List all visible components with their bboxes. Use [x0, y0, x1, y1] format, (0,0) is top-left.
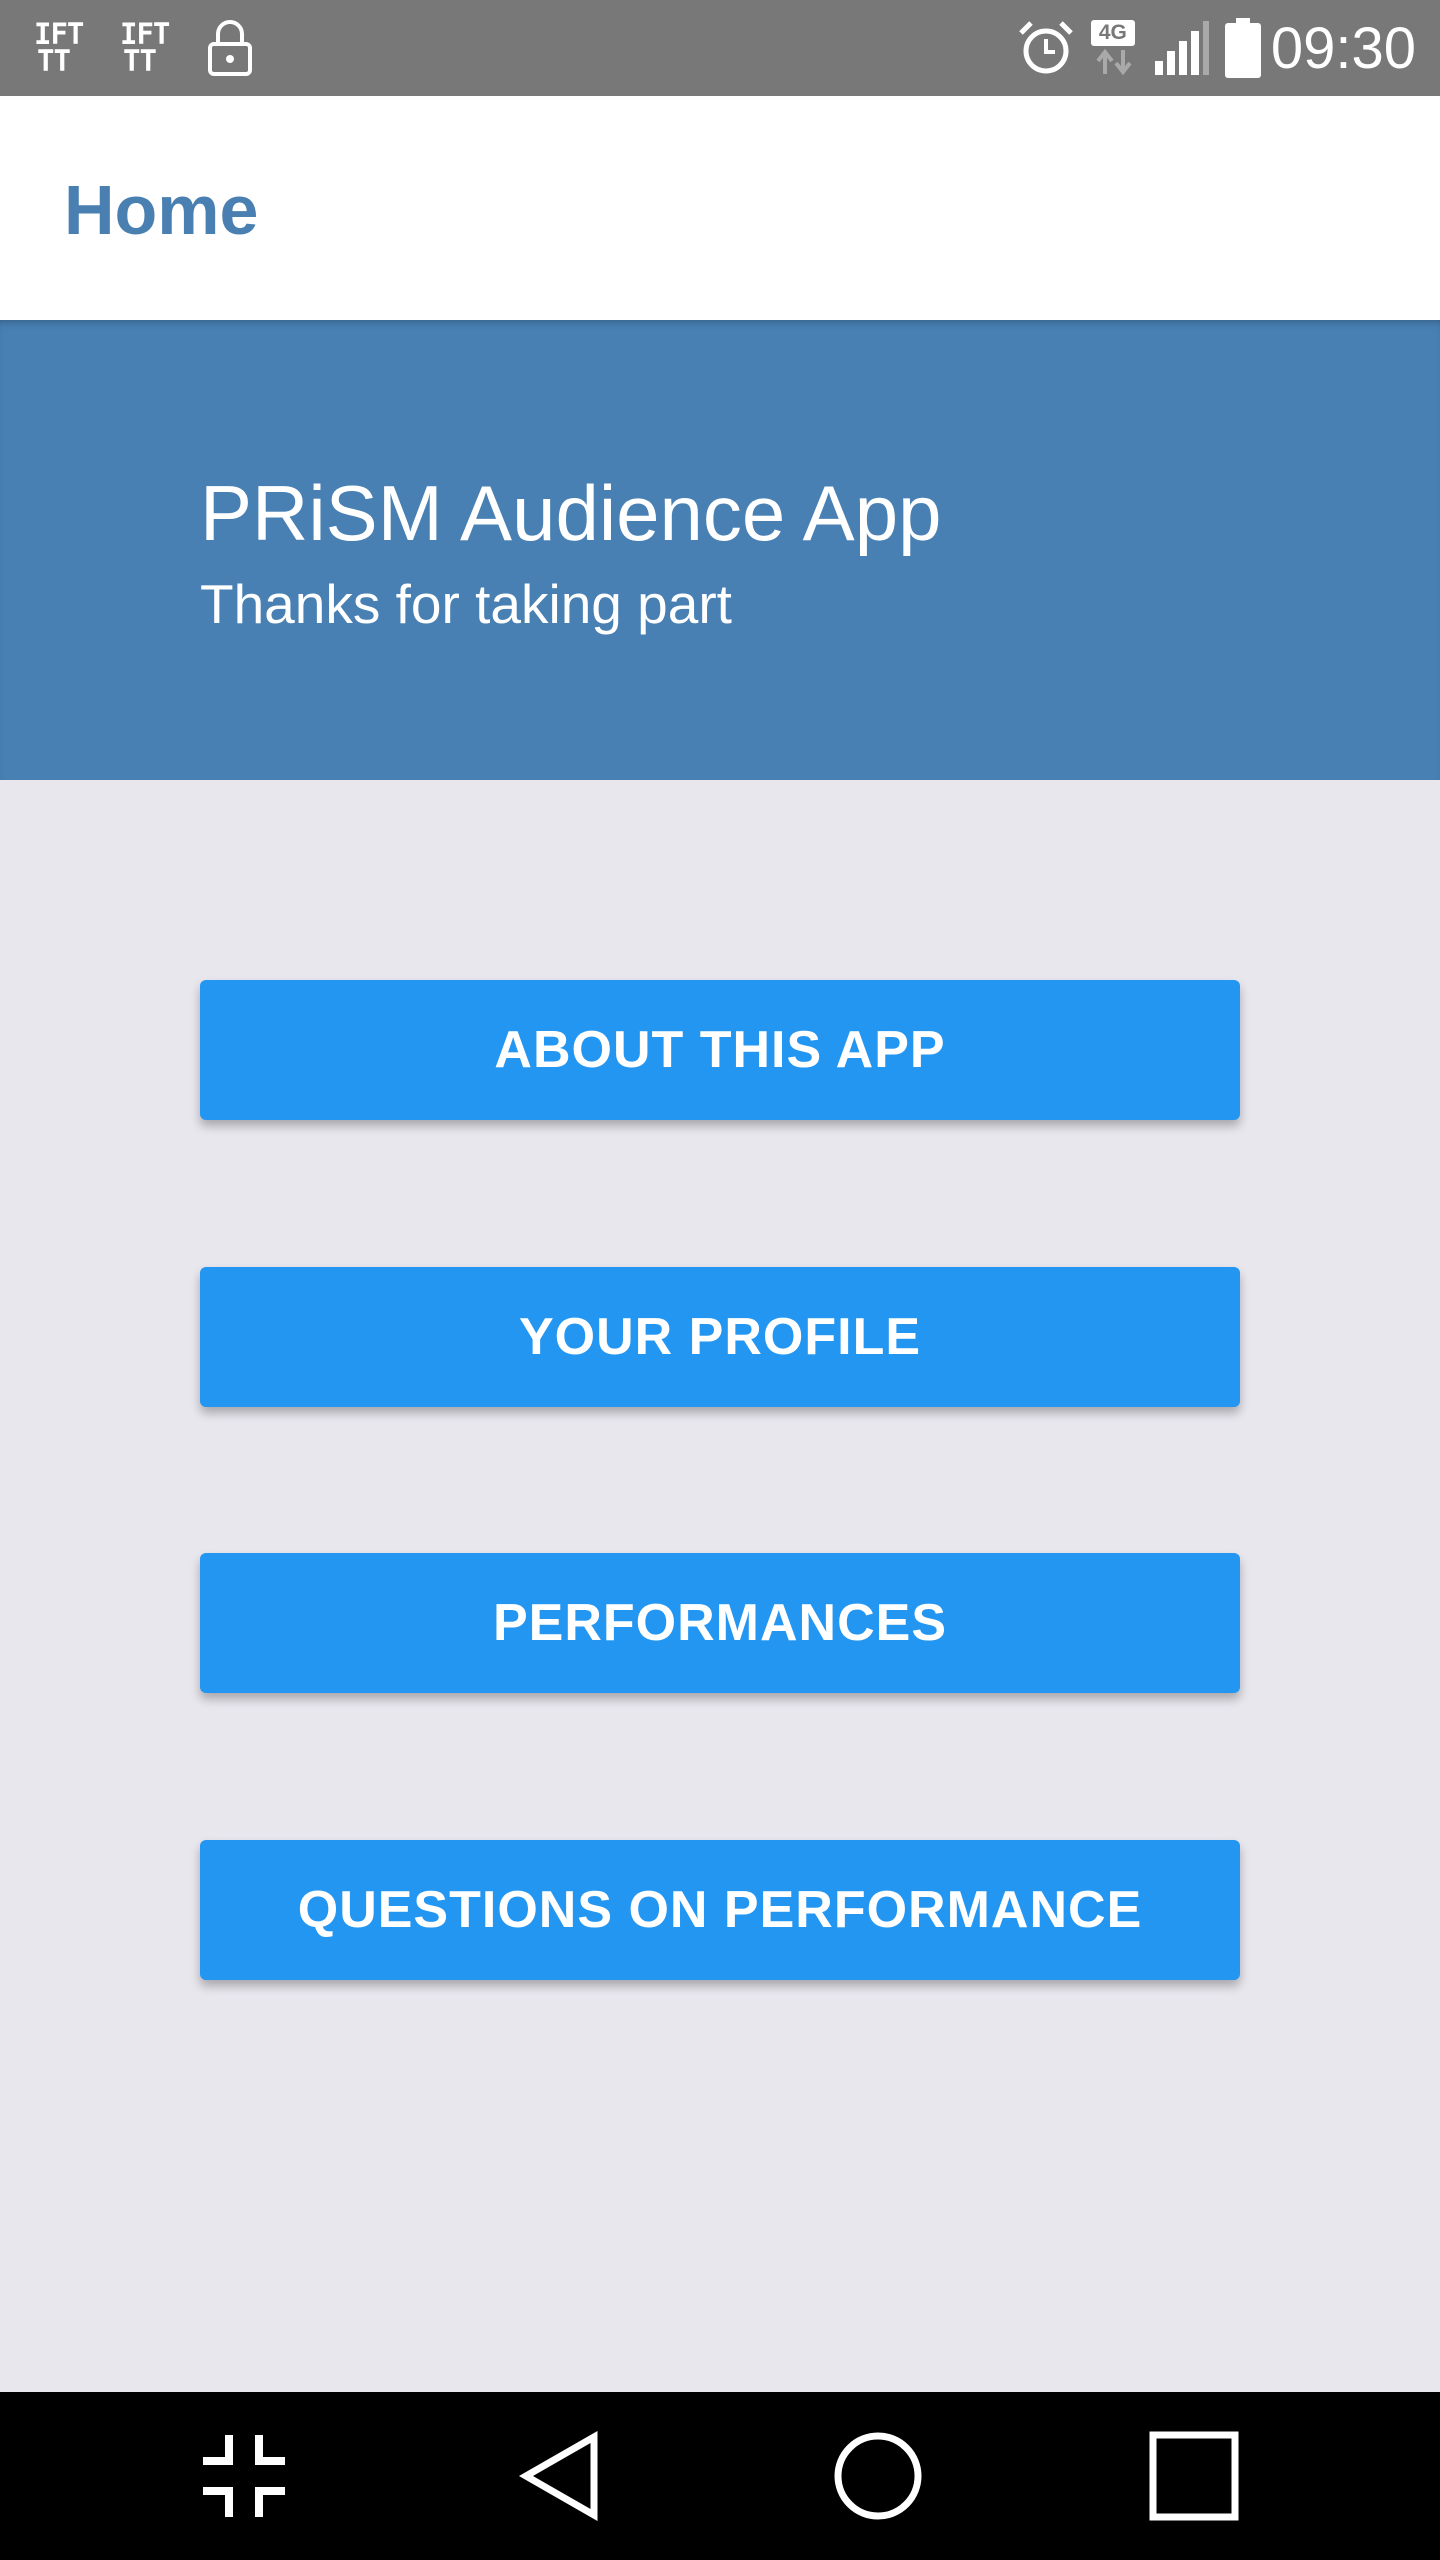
hero-title: PRiSM Audience App	[200, 469, 942, 557]
network-type-icon: 4G	[1089, 18, 1139, 78]
hero-banner: PRiSM Audience App Thanks for taking par…	[0, 320, 1440, 780]
back-icon	[518, 2431, 598, 2521]
your-profile-button[interactable]: YOUR PROFILE	[200, 1267, 1240, 1407]
performances-button[interactable]: PERFORMANCES	[200, 1553, 1240, 1693]
page-title: Home	[64, 171, 259, 249]
status-bar-system: 4G 09:30	[1003, 0, 1416, 96]
alarm-clock-icon	[1019, 21, 1073, 74]
app-bar: Home	[0, 96, 1440, 320]
status-bar-notifications: IFT TT IFT TT	[34, 0, 254, 96]
collapse-button[interactable]	[154, 2392, 334, 2560]
recents-icon	[1149, 2431, 1239, 2521]
battery-icon	[1224, 18, 1261, 78]
back-button[interactable]	[470, 2392, 650, 2560]
home-button[interactable]	[788, 2392, 968, 2560]
status-time: 09:30	[1270, 15, 1416, 81]
ifttt-icon: IFT TT	[120, 20, 178, 78]
ifttt-icon-text-bottom: TT	[123, 44, 157, 78]
signal-bars-icon	[1154, 21, 1209, 75]
about-this-app-button[interactable]: ABOUT THIS APP	[200, 980, 1240, 1120]
data-arrows-icon	[1096, 48, 1132, 76]
questions-on-performance-button[interactable]: QUESTIONS ON PERFORMANCE	[200, 1840, 1240, 1980]
status-bar: IFT TT IFT TT 4G 09:30	[0, 0, 1440, 96]
ifttt-icon: IFT TT	[34, 20, 92, 78]
home-icon	[834, 2432, 922, 2520]
collapse-icon	[203, 2435, 285, 2517]
network-type-label: 4G	[1090, 20, 1135, 46]
recents-button[interactable]	[1104, 2392, 1284, 2560]
lock-icon	[208, 20, 252, 76]
hero-subtitle: Thanks for taking part	[200, 573, 732, 635]
navigation-bar	[0, 2392, 1440, 2560]
ifttt-icon-text-bottom: TT	[37, 44, 71, 78]
